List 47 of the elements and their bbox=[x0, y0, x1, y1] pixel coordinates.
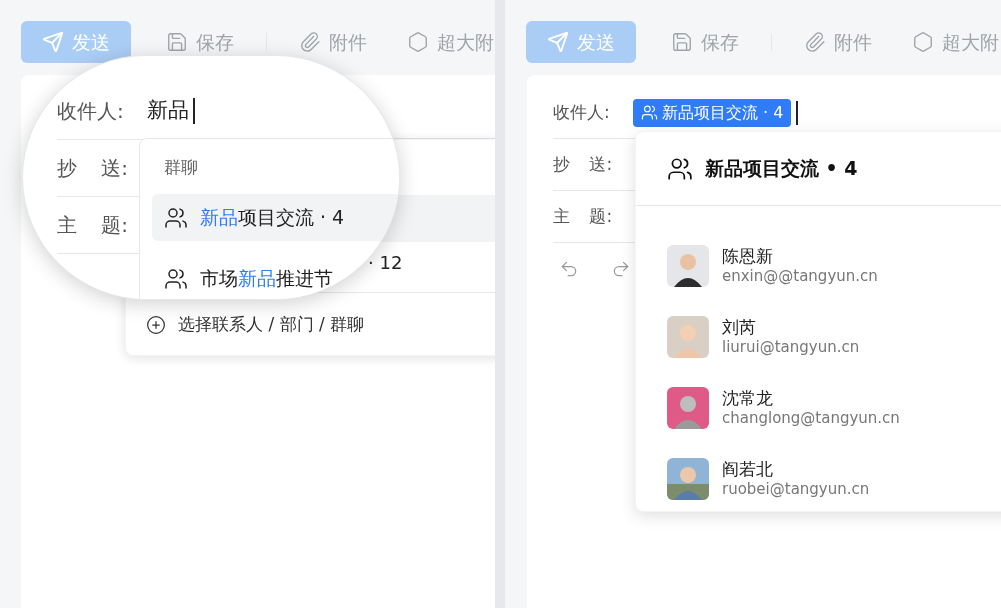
member-name: 刘芮 bbox=[722, 316, 757, 338]
text-cursor bbox=[796, 100, 799, 125]
member-email: ruobei@tangyun.cn bbox=[722, 479, 870, 499]
paperclip-icon bbox=[804, 31, 826, 53]
select-contacts-link[interactable]: 选择联系人 / 部门 / 群聊 bbox=[146, 312, 365, 338]
hexagon-icon bbox=[407, 31, 429, 53]
save-button[interactable]: 保存 bbox=[166, 27, 234, 57]
member-name: 沈常龙 bbox=[722, 387, 774, 409]
section-heading: 群聊 bbox=[164, 156, 198, 179]
plus-circle-icon bbox=[146, 314, 166, 335]
member-email: liurui@tangyun.cn bbox=[722, 337, 860, 357]
large-attach-button[interactable]: 超大附 bbox=[407, 27, 494, 57]
save-button[interactable]: 保存 bbox=[671, 27, 739, 57]
field-label: 抄 送: bbox=[553, 152, 614, 176]
member-email: enxin@@tangyun.cn bbox=[722, 266, 878, 286]
field-label: 主 题: bbox=[57, 212, 130, 239]
group-icon bbox=[641, 104, 658, 121]
send-icon bbox=[42, 31, 64, 53]
field-label: 抄 送: bbox=[57, 155, 130, 182]
group-name: 新品项目交流 · 4 bbox=[200, 205, 345, 231]
group-icon bbox=[164, 205, 188, 230]
recipient-input[interactable]: 新品 bbox=[147, 95, 189, 127]
attach-button[interactable]: 附件 bbox=[299, 27, 367, 57]
member-email: changlong@tangyun.cn bbox=[722, 408, 900, 428]
attach-button[interactable]: 附件 bbox=[804, 27, 872, 57]
field-label: 收件人: bbox=[553, 100, 611, 124]
field-label: 主 题: bbox=[553, 204, 614, 228]
member-name: 阎若北 bbox=[722, 458, 774, 480]
save-icon bbox=[166, 31, 188, 53]
member-count: · 12 bbox=[368, 251, 403, 275]
large-attach-button[interactable]: 超大附 bbox=[912, 27, 999, 57]
suggestion-item[interactable]: 新品项目交流 · 4 bbox=[152, 194, 399, 241]
group-icon bbox=[164, 266, 188, 291]
undo-icon[interactable] bbox=[559, 259, 579, 279]
save-icon bbox=[671, 31, 693, 53]
field-label: 收件人: bbox=[57, 98, 125, 125]
recipient-chip[interactable]: 新品项目交流 · 4 bbox=[633, 98, 792, 127]
text-cursor bbox=[193, 98, 195, 124]
send-icon bbox=[547, 31, 569, 53]
suggestion-item[interactable]: 市场新品推进节 bbox=[152, 255, 341, 299]
paperclip-icon bbox=[299, 31, 321, 53]
member-name: 陈恩新 bbox=[722, 245, 774, 267]
group-title: 新品项目交流 • 4 bbox=[705, 156, 858, 182]
hexagon-icon bbox=[912, 31, 934, 53]
group-icon bbox=[667, 155, 693, 182]
redo-icon[interactable] bbox=[611, 259, 631, 279]
group-name: 市场新品推进节 bbox=[200, 266, 333, 292]
